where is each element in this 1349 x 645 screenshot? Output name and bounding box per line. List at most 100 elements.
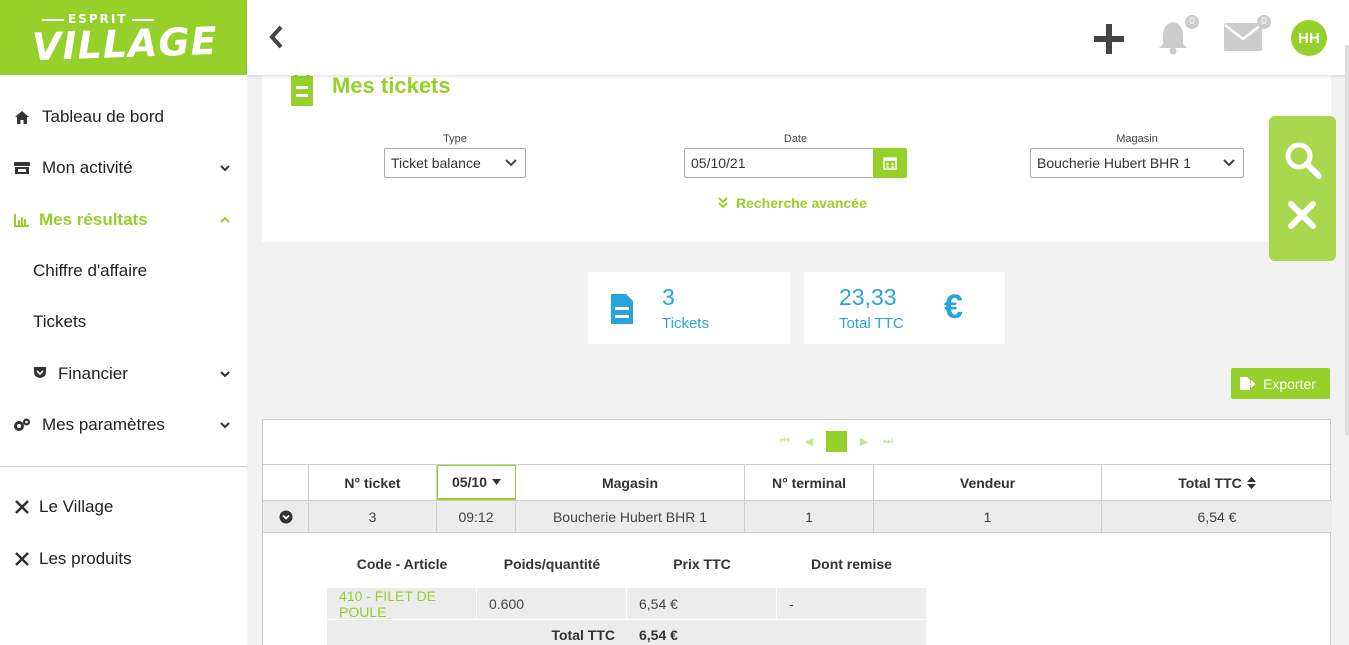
type-select-value: Ticket balance [391,155,481,171]
user-avatar[interactable]: HH [1291,20,1327,56]
sidebar: ESPRIT VILLAGE Tableau de bord Mon activ… [0,0,247,645]
search-tools-panel [1269,116,1336,261]
detail-total-row: Total TTC 6,54 € [327,620,926,645]
detail-article-link[interactable]: 410 - FILET DE POULE [327,588,477,620]
prev-page-icon[interactable]: ◀ [802,434,816,448]
column-store[interactable]: Magasin [516,465,745,500]
expand-column-header [263,465,309,500]
chevron-down-icon [220,371,230,378]
type-select[interactable]: Ticket balance [384,148,526,178]
current-page-button[interactable] [826,430,847,452]
sidebar-item-tableau-de-bord[interactable]: Tableau de bord [0,97,247,137]
search-panel: Mes tickets Type Ticket balance Date 05/… [262,60,1331,242]
sidebar-item-mon-activite[interactable]: Mon activité [0,148,247,188]
sidebar-item-mes-parametres[interactable]: Mes paramètres [0,405,247,445]
date-label: Date [783,133,808,145]
column-ticket[interactable]: N° ticket [309,465,437,500]
chevron-up-icon [220,216,230,223]
close-icon[interactable] [1287,200,1317,230]
message-badge: 0 [1257,15,1271,29]
cell-time: 09:12 [437,501,516,532]
detail-total-label: Total TTC [551,627,615,643]
sidebar-item-label: Chiffre d'affaire [33,261,148,280]
export-label: Exporter [1263,375,1316,392]
sidebar-item-label: Tableau de bord [42,107,164,126]
back-arrow-icon[interactable] [267,24,285,50]
store-select[interactable]: Boucherie Hubert BHR 1 [1030,148,1244,178]
cell-ticket: 3 [309,501,437,532]
table-row[interactable]: 3 09:12 Boucherie Hubert BHR 1 1 1 6,54 … [263,501,1332,533]
tickets-table: ⏮ ◀ ▶ ⏭ N° ticket 05/10 Magasin N° termi… [262,419,1332,645]
detail-discount: - [789,595,794,612]
pagination: ⏮ ◀ ▶ ⏭ [778,430,895,452]
cell-store: Boucherie Hubert BHR 1 [516,501,745,532]
sidebar-item-label: Le Village [39,497,114,516]
date-input[interactable]: 05/10/21 [684,148,874,178]
table-header: N° ticket 05/10 Magasin N° terminal Vend… [263,464,1332,501]
column-date[interactable]: 05/10 [437,465,516,500]
sort-desc-icon [492,479,502,485]
detail-column-article: Code - Article [356,556,448,572]
cell-total: 6,54 € [1197,508,1237,525]
total-amount: 23,33 [839,284,897,310]
detail-total-value: 6,54 € [639,627,678,643]
chevron-circle-down-icon [279,510,292,523]
column-seller[interactable]: Vendeur [874,465,1102,500]
detail-column-discount: Dont remise [811,556,892,572]
date-input-value: 05/10/21 [691,155,746,171]
detail-column-price: Prix TTC [673,556,731,572]
column-total-label: Total TTC [1178,474,1242,491]
tickets-kpi-card: 3 Tickets [588,272,790,344]
products-icon [13,550,31,568]
store-label: Magasin [1116,133,1158,145]
sidebar-subitem-tickets[interactable]: Tickets [0,302,247,342]
document-icon [611,294,633,324]
sidebar-item-label: Financier [58,364,128,383]
column-terminal[interactable]: N° terminal [745,465,874,500]
notification-badge: 0 [1185,15,1199,29]
add-icon[interactable] [1092,22,1126,56]
tickets-label: Tickets [662,315,709,332]
page-title: Mes tickets [332,73,451,98]
store-icon [13,159,31,177]
ticket-icon [291,71,313,106]
page-scrollbar[interactable] [1345,45,1349,435]
sort-icon [1246,476,1256,489]
sidebar-item-label: Mes résultats [39,210,148,229]
export-button[interactable]: Exporter [1231,368,1330,399]
chevron-down-icon [220,422,230,429]
first-page-icon[interactable]: ⏮ [778,434,792,448]
sidebar-item-le-village[interactable]: Le Village [0,487,247,527]
sidebar-subitem-financier[interactable]: Financier [0,354,247,394]
sidebar-item-les-produits[interactable]: Les produits [0,539,247,579]
euro-icon: € [944,288,963,326]
column-total[interactable]: Total TTC [1102,465,1332,500]
brand-logo[interactable]: ESPRIT VILLAGE [0,0,247,75]
gears-icon [13,416,31,434]
calendar-button[interactable] [873,148,907,178]
sidebar-item-mes-resultats[interactable]: Mes résultats [0,200,247,240]
last-page-icon[interactable]: ⏭ [881,434,895,448]
search-icon[interactable] [1283,140,1323,180]
total-kpi-card: 23,33 Total TTC € [804,272,1005,344]
calendar-icon [883,157,897,170]
mail-icon[interactable] [1223,22,1263,52]
double-chevron-down-icon [718,195,728,211]
detail-quantity: 0.600 [477,588,627,619]
cell-terminal: 1 [745,501,874,532]
sidebar-item-label: Tickets [33,312,87,331]
shield-icon [33,364,47,384]
export-icon [1240,377,1256,390]
sidebar-item-label: Mes paramètres [42,415,165,434]
total-label: Total TTC [839,315,904,332]
detail-price: 6,54 € [627,588,777,619]
chevron-down-icon [1223,159,1235,167]
sidebar-item-label: Les produits [39,549,132,568]
sidebar-subitem-chiffre-affaire[interactable]: Chiffre d'affaire [0,251,247,291]
next-page-icon[interactable]: ▶ [857,434,871,448]
expand-toggle[interactable] [263,501,309,532]
advanced-search-label: Recherche avancée [736,195,867,211]
advanced-search-link[interactable]: Recherche avancée [718,195,867,211]
tickets-count: 3 [662,284,675,310]
home-icon [13,108,31,126]
